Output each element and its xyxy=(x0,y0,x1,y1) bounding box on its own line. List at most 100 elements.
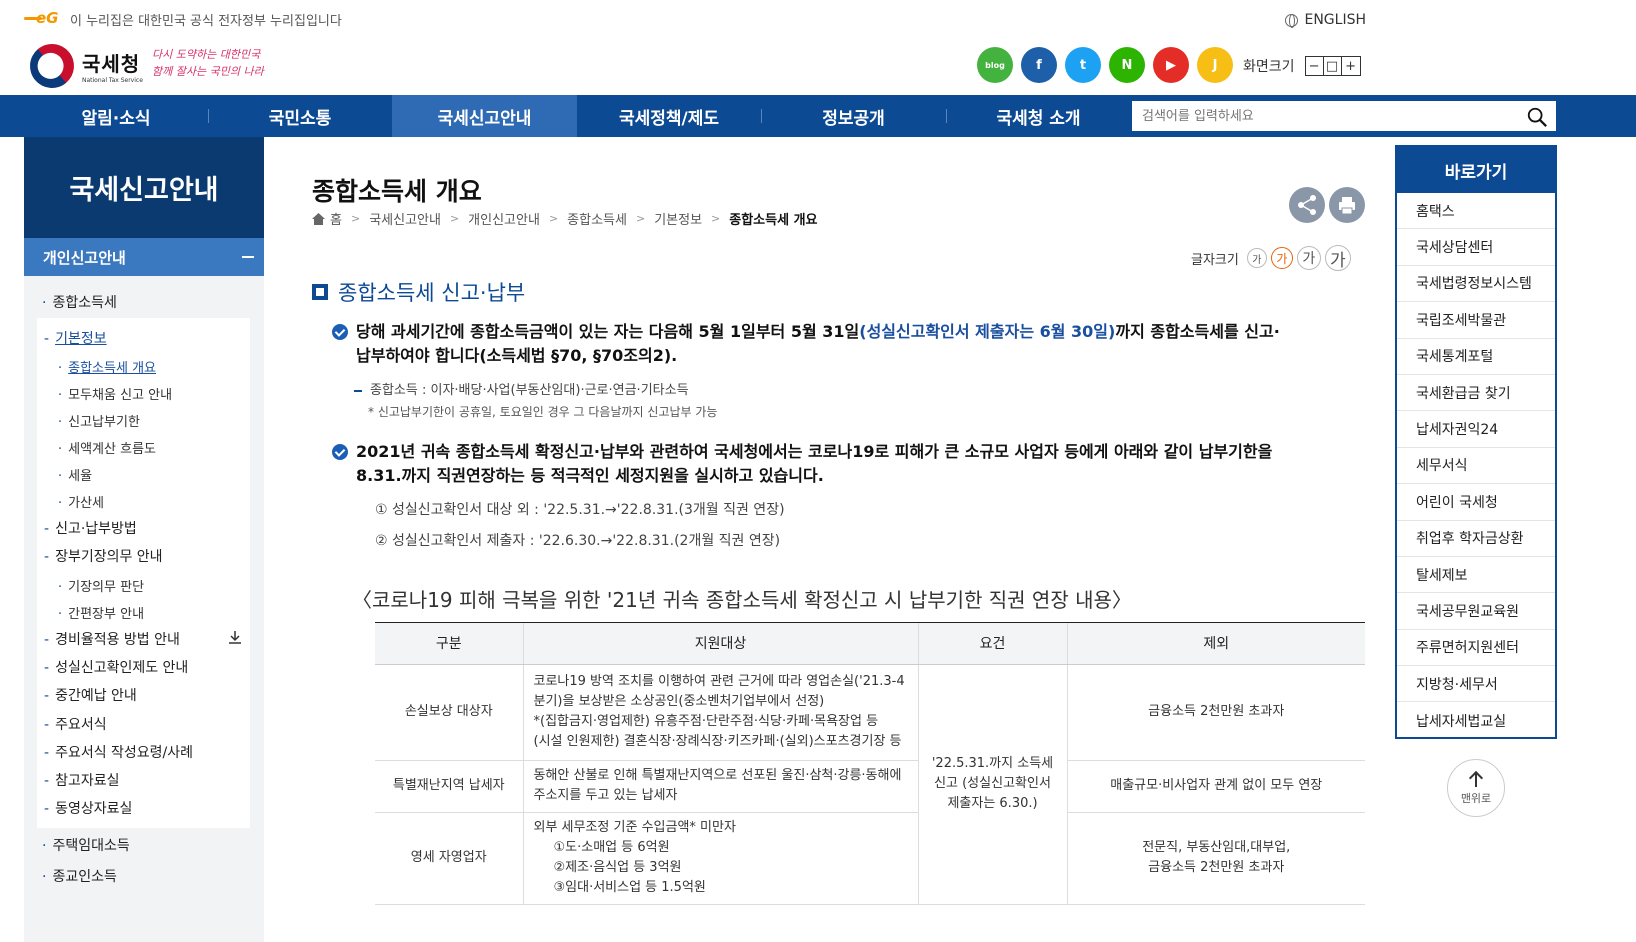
table-row: 손실보상 대상자 코로나19 방역 조치를 이행하여 관련 근거에 따라 영업손… xyxy=(375,664,1365,905)
sidebar-item[interactable]: - 주요서식 xyxy=(44,714,107,734)
table-header: 요건 xyxy=(917,623,1067,665)
scroll-to-top-button[interactable]: 맨위로 xyxy=(1447,759,1505,817)
quick-link-item[interactable]: 납세자권익24 xyxy=(1397,411,1555,448)
nav-item-about[interactable]: 국세청 소개 xyxy=(946,95,1131,137)
breadcrumb-tax-filing[interactable]: 국세신고안내 xyxy=(369,209,441,228)
sidebar-item[interactable]: · 신고납부기한 xyxy=(58,411,140,430)
globe-icon xyxy=(1285,13,1299,28)
table-cell: 동해안 산불로 인해 특별재난지역으로 선포된 울진·삼척·강릉·동해에 주소지… xyxy=(522,760,918,813)
sidebar-item[interactable]: · 가산세 xyxy=(58,492,104,511)
screen-size-control: 화면크기 − □ + xyxy=(1243,56,1361,76)
quick-link-item[interactable]: 국세법령정보시스템 xyxy=(1397,266,1555,303)
table-cell-requirement: '22.5.31.까지 소득세 신고 (성실신고확인서 제출자는 6.30.) xyxy=(917,664,1067,905)
zoom-in-button[interactable]: + xyxy=(1342,57,1360,75)
table-row: 특별재난지역 납세자 동해안 산불로 인해 특별재난지역으로 선포된 울진·삼척… xyxy=(375,760,1365,813)
share-button[interactable] xyxy=(1289,187,1325,223)
table-header: 지원대상 xyxy=(522,623,918,665)
quick-link-item[interactable]: 홈택스 xyxy=(1397,193,1555,230)
collapse-icon xyxy=(242,256,254,258)
youtube-icon[interactable]: ▶ xyxy=(1153,47,1189,83)
sidebar-item[interactable]: · 세율 xyxy=(58,465,92,484)
sns-links: blog f t N ▶ J xyxy=(977,47,1233,83)
sidebar-item[interactable]: - 장부기장의무 안내 xyxy=(44,546,163,566)
government-slogan: 다시 도약하는 대한민국 함께 잘사는 국민의 나라 xyxy=(152,48,264,78)
sidebar-item[interactable]: - 신고·납부방법 xyxy=(44,518,137,538)
zoom-reset-button[interactable]: □ xyxy=(1324,57,1342,75)
sidebar-item[interactable]: - 기본정보 xyxy=(44,328,107,348)
quick-link-item[interactable]: 국립조세박물관 xyxy=(1397,302,1555,339)
nav-item-news[interactable]: 알림·소식 xyxy=(24,95,208,137)
print-button[interactable] xyxy=(1329,187,1365,223)
quick-link-item[interactable]: 세무서식 xyxy=(1397,448,1555,485)
download-icon[interactable] xyxy=(228,630,242,644)
nav-item-tax-filing[interactable]: 국세신고안내 xyxy=(392,95,577,137)
table-row: 영세 자영업자 외부 세무조정 기준 수입금액* 미만자 ①도·소매업 등 6억… xyxy=(375,812,1365,905)
facebook-icon[interactable]: f xyxy=(1021,47,1057,83)
search-icon[interactable] xyxy=(1526,106,1548,128)
table-header: 제외 xyxy=(1066,623,1365,665)
search-input[interactable] xyxy=(1142,108,1512,124)
check-circle-icon xyxy=(332,324,348,340)
quick-link-item[interactable]: 국세공무원교육원 xyxy=(1397,593,1555,630)
sidebar-item[interactable]: · 종합소득세 개요 xyxy=(58,357,156,376)
font-size-default[interactable]: 가 xyxy=(1270,247,1293,269)
nts-logo[interactable]: 국세청 National Tax Service xyxy=(21,35,143,97)
font-size-large[interactable]: 가 xyxy=(1296,246,1321,270)
quick-link-item[interactable]: 어린이 국세청 xyxy=(1397,484,1555,521)
sidebar-item[interactable]: · 기장의무 판단 xyxy=(58,576,144,595)
quick-link-item[interactable]: 국세상담센터 xyxy=(1397,229,1555,266)
breadcrumb-home[interactable]: 홈 xyxy=(330,209,342,228)
gov-notice-text: 이 누리집은 대한민국 공식 전자정부 누리집입니다 xyxy=(70,13,342,29)
table-cell: 금융소득 2천만원 초과자 xyxy=(1066,664,1365,761)
search-box xyxy=(1131,100,1557,132)
sidebar-item[interactable]: · 종합소득세 xyxy=(42,292,117,312)
income-types-note: 종합소득 : 이자·배당·사업(부동산임대)·근로·연금·기타소득 xyxy=(354,379,689,398)
sidebar-item[interactable]: - 주요서식 작성요령/사례 xyxy=(44,742,193,762)
page-title: 종합소득세 개요 xyxy=(312,177,482,206)
zoom-out-button[interactable]: − xyxy=(1306,57,1324,75)
arrow-up-icon xyxy=(1469,771,1483,787)
nav-item-disclosure[interactable]: 정보공개 xyxy=(761,95,946,137)
sidebar-item[interactable]: - 성실신고확인제도 안내 xyxy=(44,657,188,677)
quick-link-item[interactable]: 주류면허지원센터 xyxy=(1397,630,1555,667)
sidebar-item[interactable]: · 세액계산 흐름도 xyxy=(58,438,156,457)
sidebar-item[interactable]: · 모두채움 신고 안내 xyxy=(58,384,172,403)
quick-link-item[interactable]: 취업후 학자금상환 xyxy=(1397,521,1555,557)
taegeuk-emblem-icon xyxy=(21,35,83,97)
quick-link-item[interactable]: 지방청·세무서 xyxy=(1397,666,1555,703)
breadcrumb-income-tax[interactable]: 종합소득세 xyxy=(567,209,627,228)
nav-item-communication[interactable]: 국민소통 xyxy=(208,95,392,137)
table-cell: 매출규모·비사업자 관계 없이 모두 연장 xyxy=(1066,760,1365,813)
font-size-xlarge[interactable]: 가 xyxy=(1324,245,1351,271)
quick-link-item[interactable]: 탈세제보 xyxy=(1397,557,1555,594)
logo-english: National Tax Service xyxy=(82,77,143,84)
quick-links-panel: 바로가기 홈택스 국세상담센터 국세법령정보시스템 국립조세박물관 국세통계포털 국세환급… xyxy=(1395,145,1557,739)
sidebar-item[interactable]: - 동영상자료실 xyxy=(44,798,132,818)
quick-links-title: 바로가기 xyxy=(1397,147,1555,193)
sidebar-item[interactable]: - 중간예납 안내 xyxy=(44,685,137,705)
sidebar-section-personal[interactable]: 개인신고안내 xyxy=(24,238,264,276)
breadcrumb-personal[interactable]: 개인신고안내 xyxy=(468,209,540,228)
table-cell: 전문직, 부동산임대,대부업, 금융소득 2천만원 초과자 xyxy=(1066,812,1365,905)
breadcrumb-basic-info[interactable]: 기본정보 xyxy=(654,209,702,228)
quick-link-item[interactable]: 국세통계포털 xyxy=(1397,339,1555,375)
sidebar-title: 국세신고안내 xyxy=(24,137,264,238)
table-cell: 특별재난지역 납세자 xyxy=(375,760,523,813)
quick-link-item[interactable]: 국세환급금 찾기 xyxy=(1397,375,1555,412)
blog-icon[interactable]: blog xyxy=(977,47,1013,83)
english-link[interactable]: ENGLISH xyxy=(1285,12,1366,28)
print-icon xyxy=(1339,197,1355,215)
sidebar-item[interactable]: · 종교인소득 xyxy=(42,866,117,886)
sidebar-item[interactable]: - 경비율적용 방법 안내 xyxy=(44,629,180,649)
twitter-icon[interactable]: t xyxy=(1065,47,1101,83)
kakao-story-icon[interactable]: J xyxy=(1197,47,1233,83)
quick-link-item[interactable]: 납세자세법교실 xyxy=(1397,702,1555,738)
square-bullet-icon xyxy=(312,284,328,300)
sidebar-item[interactable]: · 주택임대소득 xyxy=(42,835,130,855)
home-icon[interactable] xyxy=(312,212,325,225)
sidebar-item[interactable]: · 간편장부 안내 xyxy=(58,603,144,622)
naver-post-icon[interactable]: N xyxy=(1109,47,1145,83)
sidebar-item[interactable]: - 참고자료실 xyxy=(44,770,119,790)
font-size-small[interactable]: 가 xyxy=(1246,248,1267,268)
nav-item-tax-policy[interactable]: 국세정책/제도 xyxy=(577,95,761,137)
